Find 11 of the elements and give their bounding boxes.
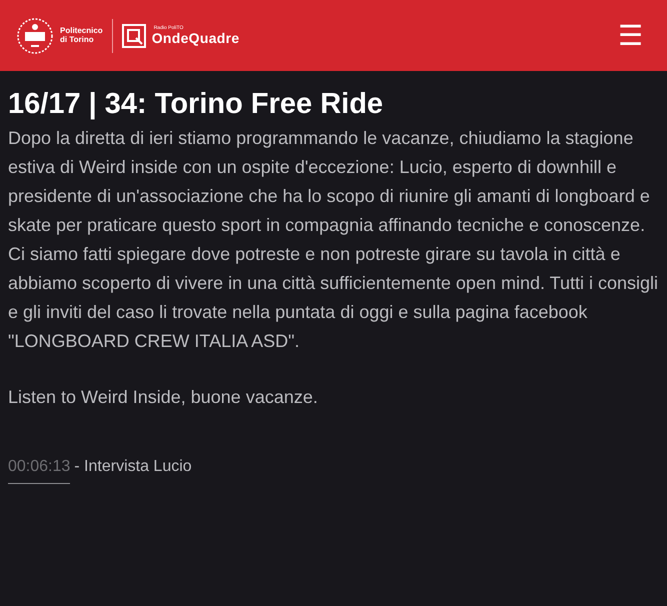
menu-button[interactable]: ☰ xyxy=(610,22,651,50)
article-title: 16/17 | 34: Torino Free Ride xyxy=(8,87,384,122)
chapter-label: - Intervista Lucio xyxy=(74,458,192,475)
logo-text: Politecnico xyxy=(60,26,103,36)
logo-text: OndeQuadre xyxy=(152,31,240,45)
square-logo-icon xyxy=(122,24,146,48)
timestamp-link[interactable]: 00:06:13 xyxy=(8,458,70,484)
logo-text: di Torino xyxy=(60,36,95,44)
seal-icon xyxy=(16,16,54,54)
paragraph: Dopo la diretta di ieri stiamo programmando le vacanze, chiudiamo la stagione estiva di Weird inside con un ospite d'eccezione: Lucio, esperto di downhill e presidente di un'associazione che ha lo scopo di riunire gli amanti di longboard e skate per praticare questo sport in compagnia affinando tecniche e conoscenze. Ci siamo fatti spiegare dove potreste e non potreste girare su tavola in città e abbiamo scoperto di vivere in una città sufficientemente open mind. Tutti i consigli e gli inviti del caso li trovate nella puntata di oggi e sulla pagina facebook "LONGBOARD CREW ITALIA ASD". xyxy=(8,126,659,353)
paragraph: Listen to Weird Inside, buone vacanze. xyxy=(8,386,319,409)
